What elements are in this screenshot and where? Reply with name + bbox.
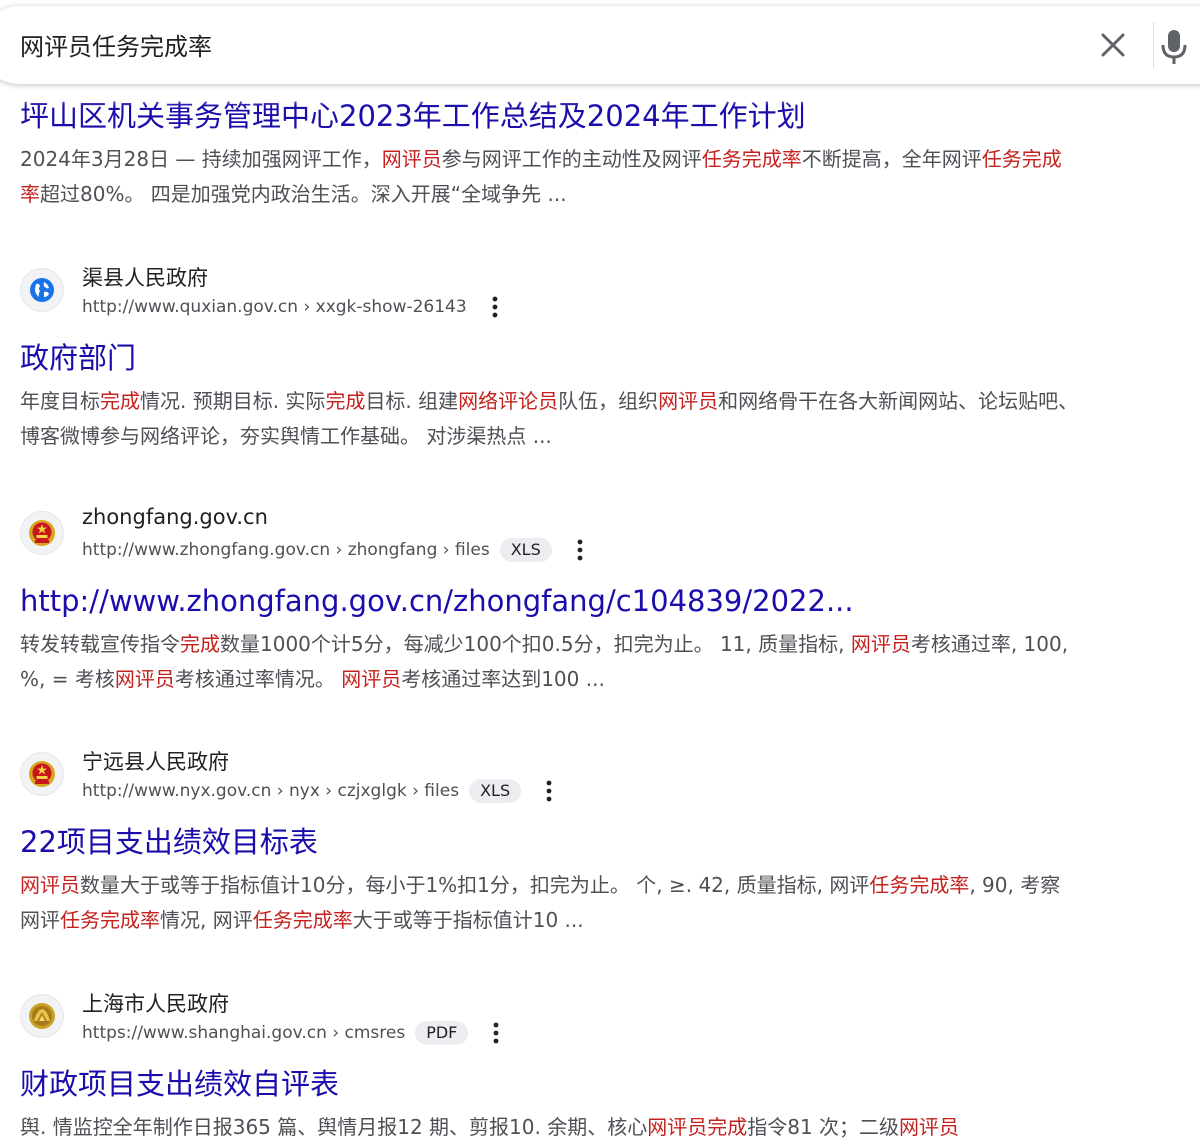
search-result: 坪山区机关事务管理中心2023年工作总结及2024年工作计划 2024年3月28…: [20, 96, 1100, 212]
snippet-text: 情况. 预期目标. 实际: [140, 389, 326, 413]
snippet-text: 指令81 次；二级: [747, 1115, 900, 1139]
clear-search-button[interactable]: [1094, 26, 1132, 64]
voice-search-button[interactable]: [1160, 28, 1190, 66]
snippet-text: 考核通过率达到100 ...: [401, 667, 605, 691]
snippet-text: 大于或等于指标值计10 ...: [352, 908, 584, 932]
result-site-header[interactable]: 宁远县人民政府 http://www.nyx.gov.cn › nyx › cz…: [20, 746, 1100, 806]
search-result: 宁远县人民政府 http://www.nyx.gov.cn › nyx › cz…: [20, 746, 1100, 938]
result-snippet: 年度目标完成情况. 预期目标. 实际完成目标. 组建网络评论员队伍，组织网评员和…: [20, 384, 1080, 454]
result-title-link[interactable]: 财政项目支出绩效自评表: [20, 1064, 1100, 1104]
snippet-highlight: 完成: [100, 389, 140, 413]
search-bar-divider: [1153, 22, 1154, 68]
more-options-button[interactable]: [537, 778, 561, 804]
search-bar-fade: [0, 84, 1200, 106]
snippet-highlight: 网评员: [20, 873, 80, 897]
snippet-highlight: 任务完成率: [869, 873, 970, 897]
site-name: 渠县人民政府: [82, 266, 208, 290]
snippet-text: 参与网评工作的主动性及网评: [441, 147, 702, 171]
snippet-text: 数量1000个计5分，每减少100个扣0.5分，扣完为止。 11, 质量指标,: [220, 632, 851, 656]
site-name: zhongfang.gov.cn: [82, 505, 268, 529]
more-options-button[interactable]: [484, 1020, 508, 1046]
close-icon: [1101, 33, 1125, 57]
snippet-highlight: 网评员: [658, 389, 719, 413]
site-favicon: [20, 994, 64, 1038]
filetype-badge: XLS: [469, 779, 522, 803]
result-snippet: 转发转载宣传指令完成数量1000个计5分，每减少100个扣0.5分，扣完为止。 …: [20, 627, 1080, 697]
globe-icon: [30, 278, 54, 302]
site-name: 宁远县人民政府: [82, 750, 229, 774]
national-emblem-icon: [29, 761, 55, 787]
result-snippet: 网评员数量大于或等于指标值计10分，每小于1%扣1分，扣完为止。 个, ≥. 4…: [20, 868, 1080, 938]
snippet-highlight: 完成: [180, 632, 220, 656]
snippet-highlight: 网评员: [114, 667, 175, 691]
snippet-highlight: 网评员: [341, 667, 402, 691]
result-snippet: 舆. 情监控全年制作日报365 篇、舆情月报12 期、剪报10. 余期、核心网评…: [20, 1110, 1080, 1145]
site-favicon: [20, 268, 64, 312]
site-url: https://www.shanghai.gov.cn › cmsres: [82, 1023, 406, 1043]
result-title-link[interactable]: 22项目支出绩效目标表: [20, 822, 1100, 862]
snippet-highlight: 网络评论员: [458, 389, 559, 413]
snippet-text: 转发转载宣传指令: [20, 632, 180, 656]
search-bar: [0, 6, 1200, 84]
snippet-text: 数量大于或等于指标值计10分，每小于1%扣1分，扣完为止。 个, ≥. 42, …: [80, 873, 870, 897]
more-vert-icon: [546, 780, 552, 802]
microphone-icon: [1161, 30, 1187, 64]
snippet-text: 队伍，组织: [558, 389, 659, 413]
snippet-text: 2024年3月28日 — 持续加强网评工作，: [20, 147, 382, 171]
snippet-highlight: 网评员: [850, 632, 911, 656]
search-result: 上海市人民政府 https://www.shanghai.gov.cn › cm…: [20, 988, 1100, 1145]
more-options-button[interactable]: [568, 537, 592, 563]
result-snippet: 2024年3月28日 — 持续加强网评工作，网评员参与网评工作的主动性及网评任务…: [20, 142, 1080, 212]
snippet-text: 舆. 情监控全年制作日报365 篇、舆情月报12 期、剪报10. 余期、核心: [20, 1115, 648, 1139]
search-result: zhongfang.gov.cn http://www.zhongfang.go…: [20, 505, 1100, 697]
national-emblem-icon: [29, 520, 55, 546]
more-vert-icon: [577, 539, 583, 561]
result-site-header[interactable]: 上海市人民政府 https://www.shanghai.gov.cn › cm…: [20, 988, 1100, 1048]
snippet-text: 情况, 网评: [160, 908, 253, 932]
more-options-button[interactable]: [483, 294, 507, 320]
site-url: http://www.quxian.gov.cn › xxgk-show-261…: [82, 297, 467, 317]
result-site-header[interactable]: zhongfang.gov.cn http://www.zhongfang.go…: [20, 505, 1100, 565]
snippet-highlight: 任务完成率: [701, 147, 802, 171]
filetype-badge: PDF: [415, 1021, 469, 1045]
site-url: http://www.zhongfang.gov.cn › zhongfang …: [82, 540, 490, 560]
snippet-text: 不断提高，全年网评: [801, 147, 982, 171]
snippet-highlight: 网评员: [899, 1115, 960, 1139]
snippet-text: 考核通过率情况。: [174, 667, 342, 691]
snippet-highlight: 网评员完成: [647, 1115, 748, 1139]
snippet-highlight: 任务完成率: [252, 908, 353, 932]
result-site-header[interactable]: 渠县人民政府 http://www.quxian.gov.cn › xxgk-s…: [20, 262, 1100, 322]
search-input[interactable]: [20, 26, 1020, 62]
snippet-text: 年度目标: [20, 389, 100, 413]
snippet-highlight: 网评员: [381, 147, 442, 171]
more-vert-icon: [492, 296, 498, 318]
shanghai-emblem-icon: [29, 1003, 55, 1029]
filetype-badge: XLS: [499, 538, 552, 562]
snippet-text: 目标. 组建: [365, 389, 459, 413]
more-vert-icon: [493, 1022, 499, 1044]
snippet-text: 超过80%。 四是加强党内政治生活。深入开展“全域争先 ...: [40, 182, 567, 206]
snippet-highlight: 任务完成率: [60, 908, 160, 932]
result-title-link[interactable]: 政府部门: [20, 338, 1100, 378]
site-favicon: [20, 511, 64, 555]
site-favicon: [20, 752, 64, 796]
site-url: http://www.nyx.gov.cn › nyx › czjxglgk ›…: [82, 781, 460, 801]
result-title-link[interactable]: http://www.zhongfang.gov.cn/zhongfang/c1…: [20, 581, 1100, 621]
snippet-highlight: 完成: [325, 389, 366, 413]
search-result: 渠县人民政府 http://www.quxian.gov.cn › xxgk-s…: [20, 262, 1100, 454]
site-name: 上海市人民政府: [82, 992, 229, 1016]
